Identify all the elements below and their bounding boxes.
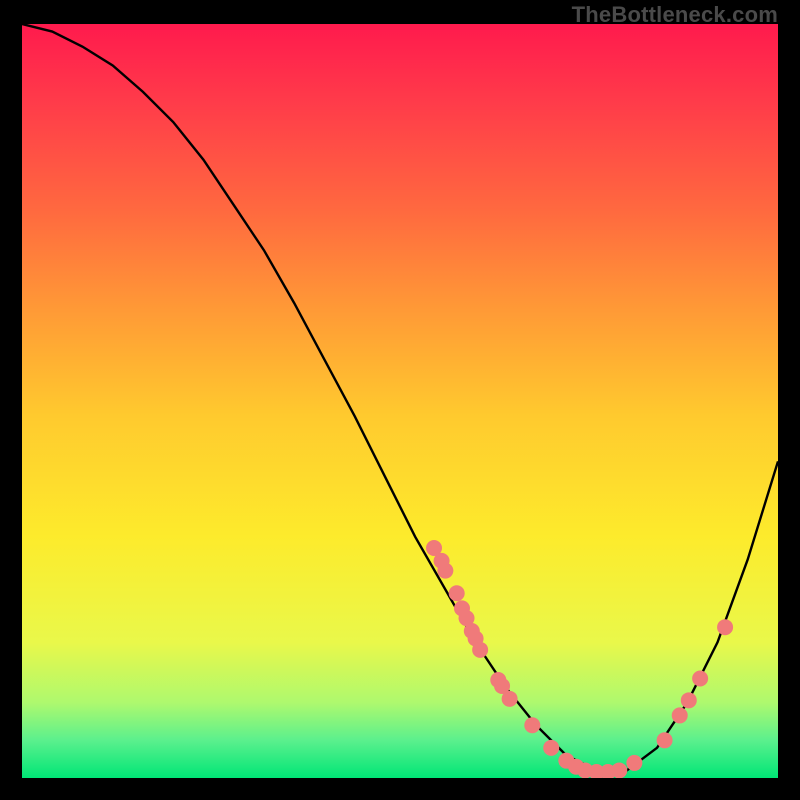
chart-area: [22, 24, 778, 778]
marker-dot: [717, 619, 733, 635]
marker-dots: [426, 540, 733, 778]
marker-dot: [449, 585, 465, 601]
marker-dot: [657, 732, 673, 748]
marker-dot: [692, 670, 708, 686]
marker-dot: [437, 563, 453, 579]
marker-dot: [543, 740, 559, 756]
marker-dot: [672, 707, 688, 723]
marker-dot: [502, 691, 518, 707]
marker-dot: [472, 642, 488, 658]
curve-line: [22, 24, 778, 770]
marker-dot: [524, 717, 540, 733]
marker-dot: [626, 755, 642, 771]
marker-dot: [681, 692, 697, 708]
marker-dot: [611, 762, 627, 778]
watermark-text: TheBottleneck.com: [572, 2, 778, 28]
chart-svg: [22, 24, 778, 778]
